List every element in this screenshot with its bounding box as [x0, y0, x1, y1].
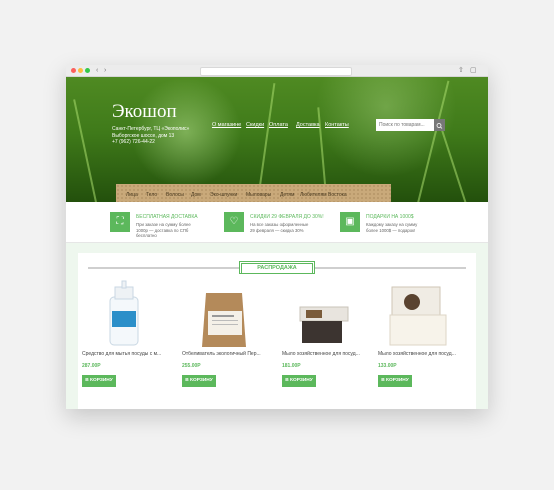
category-east[interactable]: Любителям Востока	[300, 192, 347, 198]
search-icon	[436, 123, 443, 129]
feature-title: ПОДАРКИ НА 1000$	[366, 214, 414, 220]
product-image[interactable]	[282, 279, 366, 347]
feature-title: БЕСПЛАТНАЯ ДОСТАВКА	[136, 214, 198, 220]
close-window-button[interactable]	[71, 68, 76, 73]
feature-title: СКИДКИ 29 ФЕВРАЛЯ ДО 30%!	[250, 214, 324, 220]
category-soapmakers[interactable]: Мыловары	[246, 192, 271, 198]
search-input[interactable]	[376, 119, 434, 131]
product-image[interactable]	[182, 279, 266, 347]
feature-desc: При заказе на сумму более 1000р — достав…	[136, 222, 191, 238]
share-icon[interactable]: ⇧	[458, 67, 464, 74]
feature-desc: Каждому заказу на сумму более 1000$ — по…	[366, 222, 418, 233]
product-price: 255.00Р	[182, 363, 201, 369]
site-logo[interactable]: Экошоп	[112, 101, 177, 123]
nav-delivery[interactable]: Доставка	[296, 122, 320, 128]
category-face[interactable]: Лица	[126, 192, 138, 198]
maximize-window-button[interactable]	[85, 68, 90, 73]
product-card[interactable]: Средство для мытья посуды с м... 287.00Р…	[82, 279, 166, 387]
product-card[interactable]: Мыло хозяйственное для посуд... 133.00Р …	[378, 279, 462, 387]
nav-discounts[interactable]: Скидки	[246, 122, 264, 128]
sale-section: РАСПРОДАЖА Средство для мытья посуды с м…	[66, 243, 488, 409]
product-image[interactable]	[378, 279, 462, 347]
search-button[interactable]	[434, 119, 445, 131]
features-strip: ⛶ БЕСПЛАТНАЯ ДОСТАВКА При заказе на сумм…	[66, 202, 488, 243]
grass-decoration	[73, 99, 98, 202]
hero-header: Экошоп Санкт-Петербург, ТЦ «Экополис» Вы…	[66, 77, 488, 202]
address-text: Санкт-Петербург, ТЦ «Экополис» Выборгско…	[112, 126, 190, 139]
minimize-window-button[interactable]	[78, 68, 83, 73]
product-card[interactable]: Мыло хозяйственное для посуд... 181.00Р …	[282, 279, 366, 387]
nav-contacts[interactable]: Контакты	[325, 122, 349, 128]
phone-number[interactable]: +7 (962) 726-44-22	[112, 139, 202, 146]
product-price: 287.00Р	[82, 363, 101, 369]
browser-toolbar: ‹ › ⇧ ▢	[66, 65, 488, 77]
gift-icon: ▣	[340, 212, 360, 232]
category-bar: Лица Тело Волосы Дом Эко-шпунки Мыловары…	[116, 184, 391, 202]
store-address: Санкт-Петербург, ТЦ «Экополис» Выборгско…	[112, 126, 202, 146]
category-kids[interactable]: Детям	[280, 192, 294, 198]
back-icon[interactable]: ‹	[96, 67, 98, 74]
tabs-icon[interactable]: ▢	[470, 67, 477, 74]
feature-desc: На все заказы оформленные 29 февраля — с…	[250, 222, 309, 233]
product-name[interactable]: Мыло хозяйственное для посуд...	[282, 351, 366, 357]
forward-icon[interactable]: ›	[104, 67, 106, 74]
sale-panel: РАСПРОДАЖА Средство для мытья посуды с м…	[78, 253, 476, 409]
nav-about[interactable]: О магазине	[212, 122, 241, 128]
browser-window: ‹ › ⇧ ▢ Экошоп Санкт-Петербург, ТЦ «Экоп…	[66, 65, 488, 409]
category-eco[interactable]: Эко-шпунки	[210, 192, 237, 198]
product-image[interactable]	[82, 279, 166, 347]
add-to-cart-button[interactable]: В КОРЗИНУ	[182, 375, 216, 387]
heart-icon: ♡	[224, 212, 244, 232]
nav-payment[interactable]: Оплата	[269, 122, 288, 128]
delivery-icon: ⛶	[110, 212, 130, 232]
product-name[interactable]: Отбеливатель экологичный Пер...	[182, 351, 266, 357]
add-to-cart-button[interactable]: В КОРЗИНУ	[82, 375, 116, 387]
address-bar[interactable]	[200, 67, 352, 76]
add-to-cart-button[interactable]: В КОРЗИНУ	[378, 375, 412, 387]
sale-title: РАСПРОДАЖА	[241, 263, 313, 274]
category-body[interactable]: Тело	[146, 192, 157, 198]
product-price: 181.00Р	[282, 363, 301, 369]
product-name[interactable]: Мыло хозяйственное для посуд...	[378, 351, 462, 357]
category-home[interactable]: Дом	[191, 192, 201, 198]
add-to-cart-button[interactable]: В КОРЗИНУ	[282, 375, 316, 387]
product-price: 133.00Р	[378, 363, 397, 369]
sale-heading: РАСПРОДАЖА	[239, 261, 315, 274]
product-name[interactable]: Средство для мытья посуды с м...	[82, 351, 166, 357]
product-card[interactable]: Отбеливатель экологичный Пер... 255.00Р …	[182, 279, 266, 387]
grass-decoration	[438, 121, 468, 202]
category-hair[interactable]: Волосы	[166, 192, 184, 198]
